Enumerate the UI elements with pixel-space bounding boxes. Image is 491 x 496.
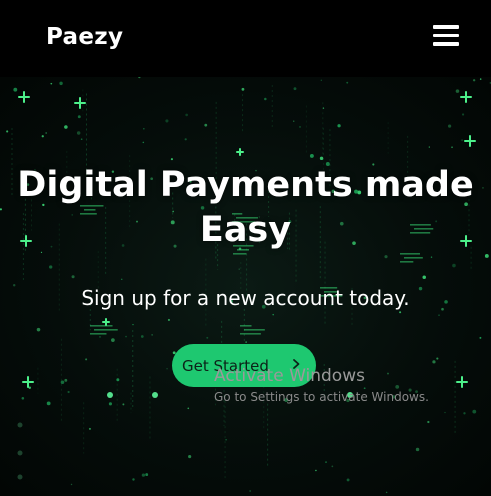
landing-page: Paezy Digital Payments made Easy Sign up… (0, 0, 491, 496)
hero-title: Digital Payments made Easy (17, 165, 474, 250)
brand-logo[interactable]: Paezy (46, 24, 123, 50)
hero-subtitle: Sign up for a new account today. (81, 286, 410, 310)
watermark-title: Activate Windows (214, 366, 365, 386)
navbar: Paezy (0, 0, 491, 77)
menu-bar-top (433, 25, 459, 29)
menu-bar-bottom (433, 42, 459, 46)
hamburger-menu-icon[interactable] (433, 25, 459, 46)
menu-bar-middle (433, 33, 459, 37)
windows-activation-watermark: Activate Windows Go to Settings to activ… (214, 365, 429, 406)
hero-section: Digital Payments made Easy Sign up for a… (0, 77, 491, 496)
watermark-subtitle: Go to Settings to activate Windows. (214, 390, 429, 404)
